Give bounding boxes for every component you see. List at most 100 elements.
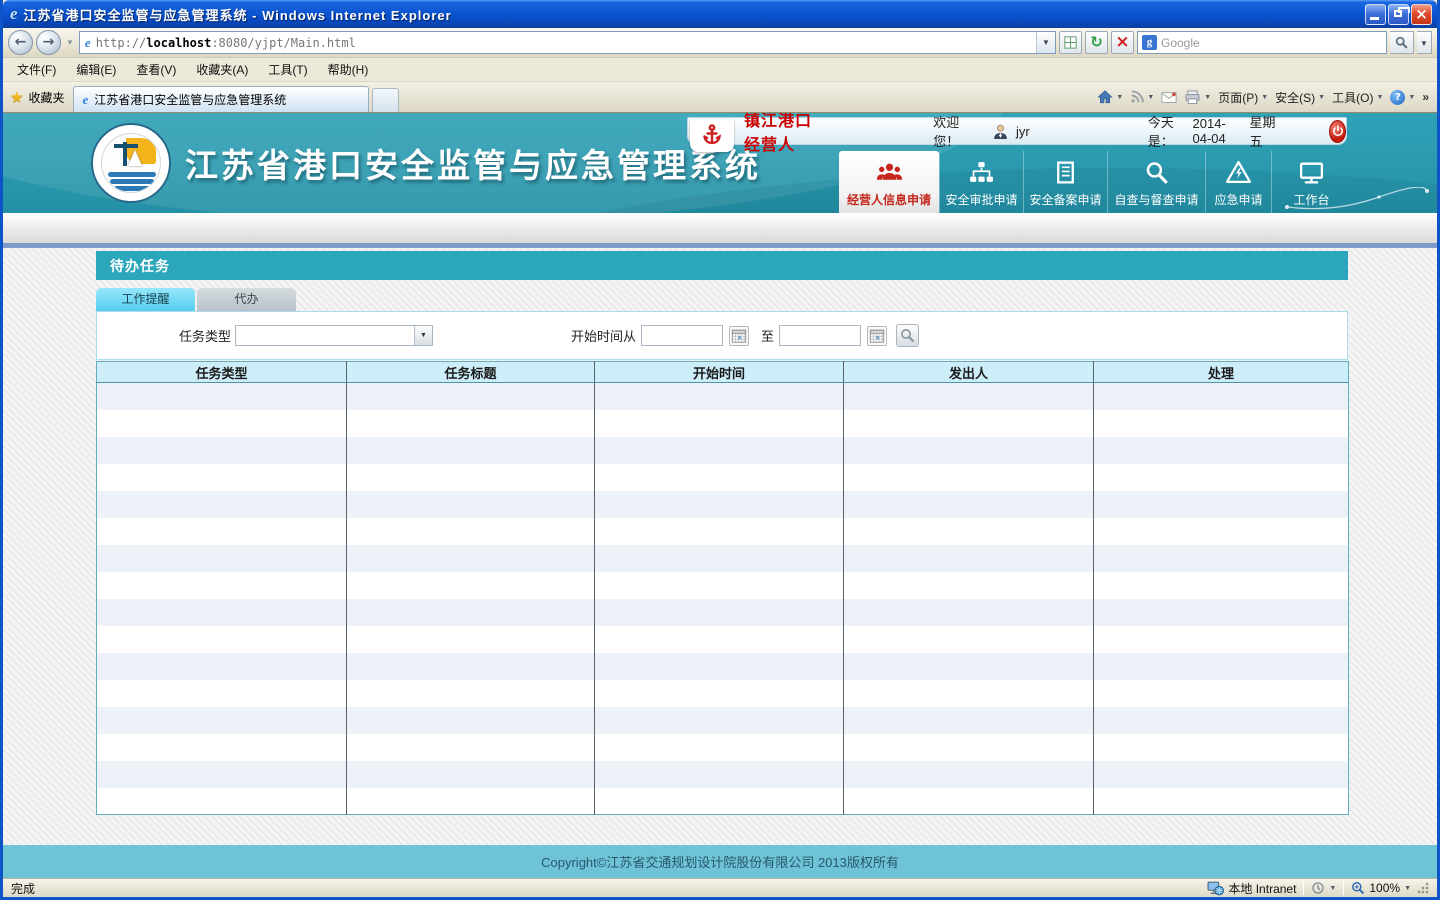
minimize-icon [1370,17,1379,20]
address-input[interactable]: e http://localhost:8080/yjpt/Main.html ▼ [79,31,1056,54]
table-row [97,383,1349,410]
table-cell [97,464,347,491]
table-cell [1094,383,1349,410]
more-commands-button[interactable]: » [1422,90,1429,104]
table-cell [97,545,347,572]
nav-label: 工作台 [1293,191,1329,208]
table-cell [97,491,347,518]
select-dropdown-icon[interactable]: ▼ [414,326,432,345]
table-row [97,626,1349,653]
search-options-button[interactable]: ▼ [1417,31,1432,54]
user-bar: 镇江港口经营人 欢迎您！ jyr 今天是： 2014-04-04 星期五 [687,117,1347,145]
tab-work-reminder[interactable]: 工作提醒 [96,288,195,311]
task-type-select[interactable]: ▼ [235,325,433,346]
table-cell [97,599,347,626]
table-row [97,437,1349,464]
restore-button[interactable] [1388,4,1409,25]
compatibility-view-button[interactable] [1059,31,1082,54]
nav-workbench[interactable]: 工作台 [1271,151,1351,213]
back-button[interactable]: ← [8,30,33,55]
menu-edit[interactable]: 编辑(E) [66,58,126,81]
welcome-label: 欢迎您！ [933,113,970,150]
calendar-from-button[interactable] [729,326,749,346]
table-cell [1094,680,1349,707]
table-cell [347,626,595,653]
table-header-row: 任务类型 任务标题 开始时间 发出人 处理 [97,362,1349,383]
page-menu-button[interactable]: 页面(P) ▼ [1218,89,1268,106]
compatibility-view-icon [1063,35,1078,50]
print-dropdown-icon[interactable]: ▼ [1204,94,1211,101]
new-tab-button[interactable] [372,88,399,112]
table-cell [347,572,595,599]
feeds-dropdown-icon[interactable]: ▼ [1147,94,1154,101]
zoom-control[interactable]: 100% ▼ [1351,881,1411,895]
menu-file[interactable]: 文件(F) [7,58,66,81]
logout-button[interactable] [1329,120,1346,143]
site-header: 江苏省港口安全监管与应急管理系统 镇江港口经营人 欢迎您！ jyr [3,113,1437,213]
resize-grip[interactable] [1417,882,1429,894]
site-logo [91,123,171,203]
table-cell [347,518,595,545]
home-button[interactable]: ▼ [1097,89,1123,105]
search-input[interactable] [1161,36,1386,50]
zoom-level: 100% [1369,881,1400,895]
table-row [97,707,1349,734]
address-dropdown-button[interactable]: ▼ [1036,32,1055,53]
table-cell [844,734,1094,761]
print-button[interactable]: ▼ [1184,90,1211,105]
protected-mode-button[interactable]: ▼ [1311,881,1336,895]
tools-menu-label: 工具(O) [1332,89,1373,106]
mail-button[interactable] [1161,91,1177,104]
favorites-button[interactable]: ★ 收藏夹 [3,82,73,112]
table-cell [844,383,1094,410]
close-button[interactable]: × [1411,4,1432,25]
menu-favorites[interactable]: 收藏夹(A) [186,58,258,81]
search-icon [900,328,915,343]
start-date-from-input[interactable] [641,325,723,346]
stop-button[interactable]: × [1111,31,1134,54]
nav-operator-info[interactable]: 经营人信息申请 [839,151,939,213]
protected-mode-icon [1311,881,1325,895]
zoom-dropdown-icon: ▼ [1404,885,1411,892]
nav-label: 应急申请 [1214,191,1262,208]
stop-icon: × [1115,35,1129,50]
browser-tab[interactable]: e 江苏省港口安全监管与应急管理系统 [73,86,369,112]
calendar-to-button[interactable] [867,326,887,346]
calendar-icon [731,328,747,344]
table-row [97,464,1349,491]
nav-emergency[interactable]: 应急申请 [1205,151,1271,213]
nav-label: 经营人信息申请 [847,191,931,208]
table-cell [844,518,1094,545]
browser-window: e 江苏省港口安全监管与应急管理系统 - Windows Internet Ex… [0,0,1440,900]
table-cell [347,653,595,680]
forward-button[interactable]: → [36,30,61,55]
nav-safety-record[interactable]: 安全备案申请 [1023,151,1107,213]
nav-safety-approval[interactable]: 安全审批申请 [939,151,1023,213]
menu-tools[interactable]: 工具(T) [258,58,317,81]
tab-agency[interactable]: 代办 [197,288,296,311]
star-icon: ★ [10,88,23,106]
feeds-button[interactable]: ▼ [1130,90,1154,104]
home-dropdown-icon[interactable]: ▼ [1116,94,1123,101]
google-icon: g [1142,35,1157,50]
menu-help[interactable]: 帮助(H) [318,58,379,81]
filter-search-button[interactable] [896,324,919,347]
table-cell [1094,464,1349,491]
nav-self-inspection[interactable]: 自查与督查申请 [1107,151,1205,213]
favorites-label: 收藏夹 [28,89,64,106]
title-bar: e 江苏省港口安全监管与应急管理系统 - Windows Internet Ex… [3,0,1437,28]
table-cell [595,572,844,599]
help-button[interactable]: ? ▼ [1390,90,1415,105]
history-dropdown-icon[interactable]: ▼ [66,38,74,47]
security-menu-button[interactable]: 安全(S) ▼ [1275,89,1325,106]
refresh-button[interactable]: ↻ [1085,31,1108,54]
url-rest: :8080/yjpt/Main.html [211,36,356,50]
menu-view[interactable]: 查看(V) [126,58,186,81]
minimize-button[interactable] [1365,4,1386,25]
printer-icon [1184,90,1201,105]
search-go-button[interactable] [1390,31,1414,54]
start-date-to-input[interactable] [779,325,861,346]
address-bar: ← → ▼ e http://localhost:8080/yjpt/Main.… [3,28,1437,58]
tools-menu-button[interactable]: 工具(O) ▼ [1332,89,1383,106]
task-table: 任务类型 任务标题 开始时间 发出人 处理 [96,361,1349,815]
